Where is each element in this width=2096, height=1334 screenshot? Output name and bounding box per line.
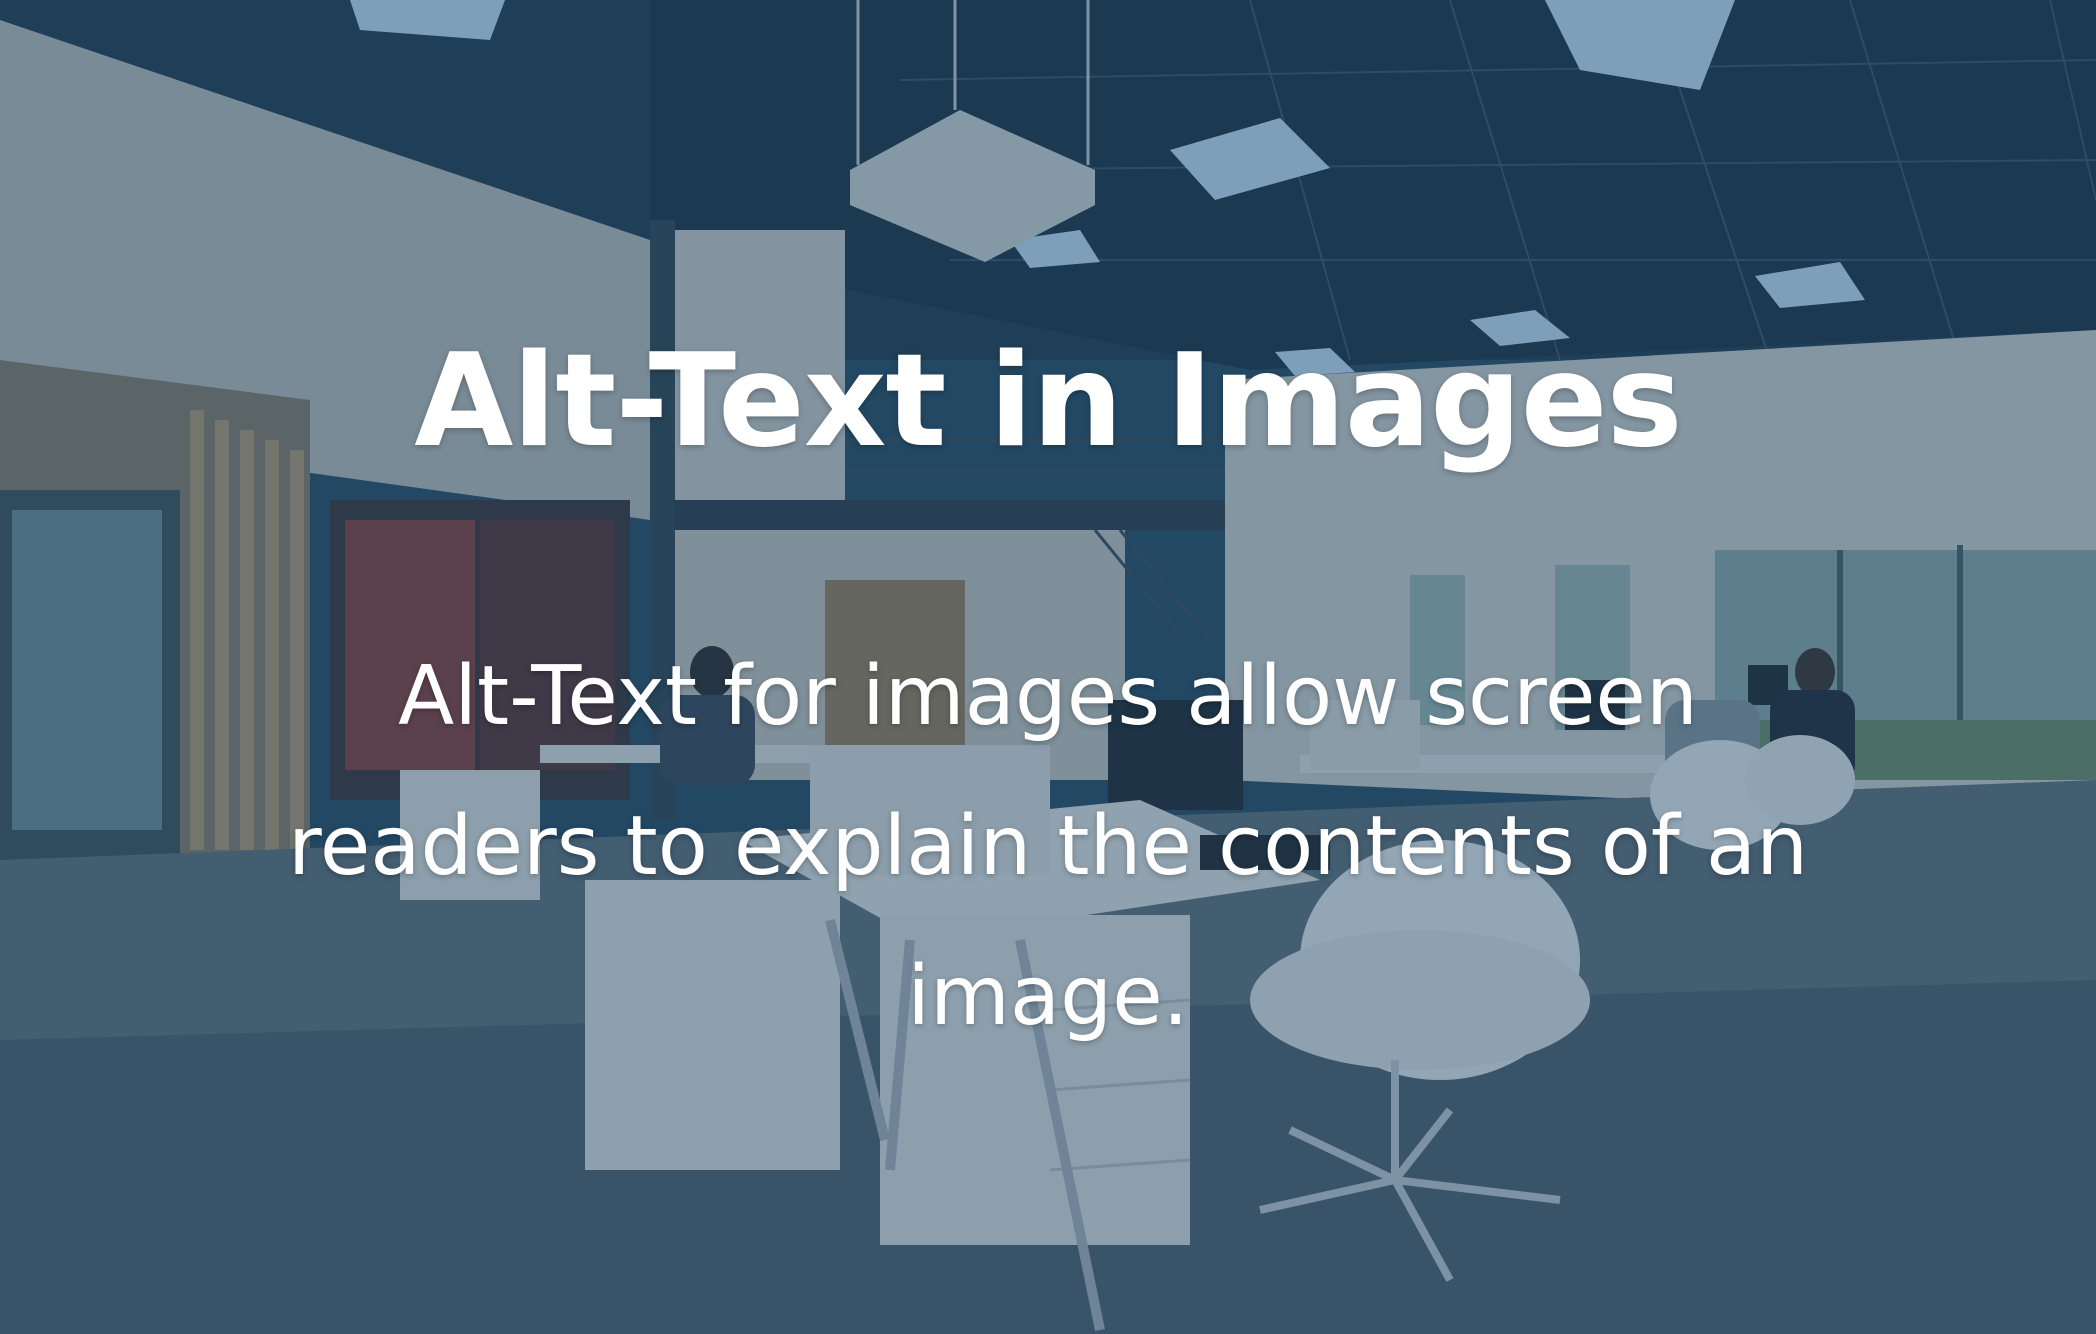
hero-description: Alt-Text for images allow screen readers… (287, 649, 1809, 1044)
hero-content: Alt-Text in Images Alt-Text for images a… (0, 0, 2096, 1334)
hero-banner: Alt-Text in Images Alt-Text for images a… (0, 0, 2096, 1334)
hero-title: Alt-Text in Images (414, 327, 1682, 476)
